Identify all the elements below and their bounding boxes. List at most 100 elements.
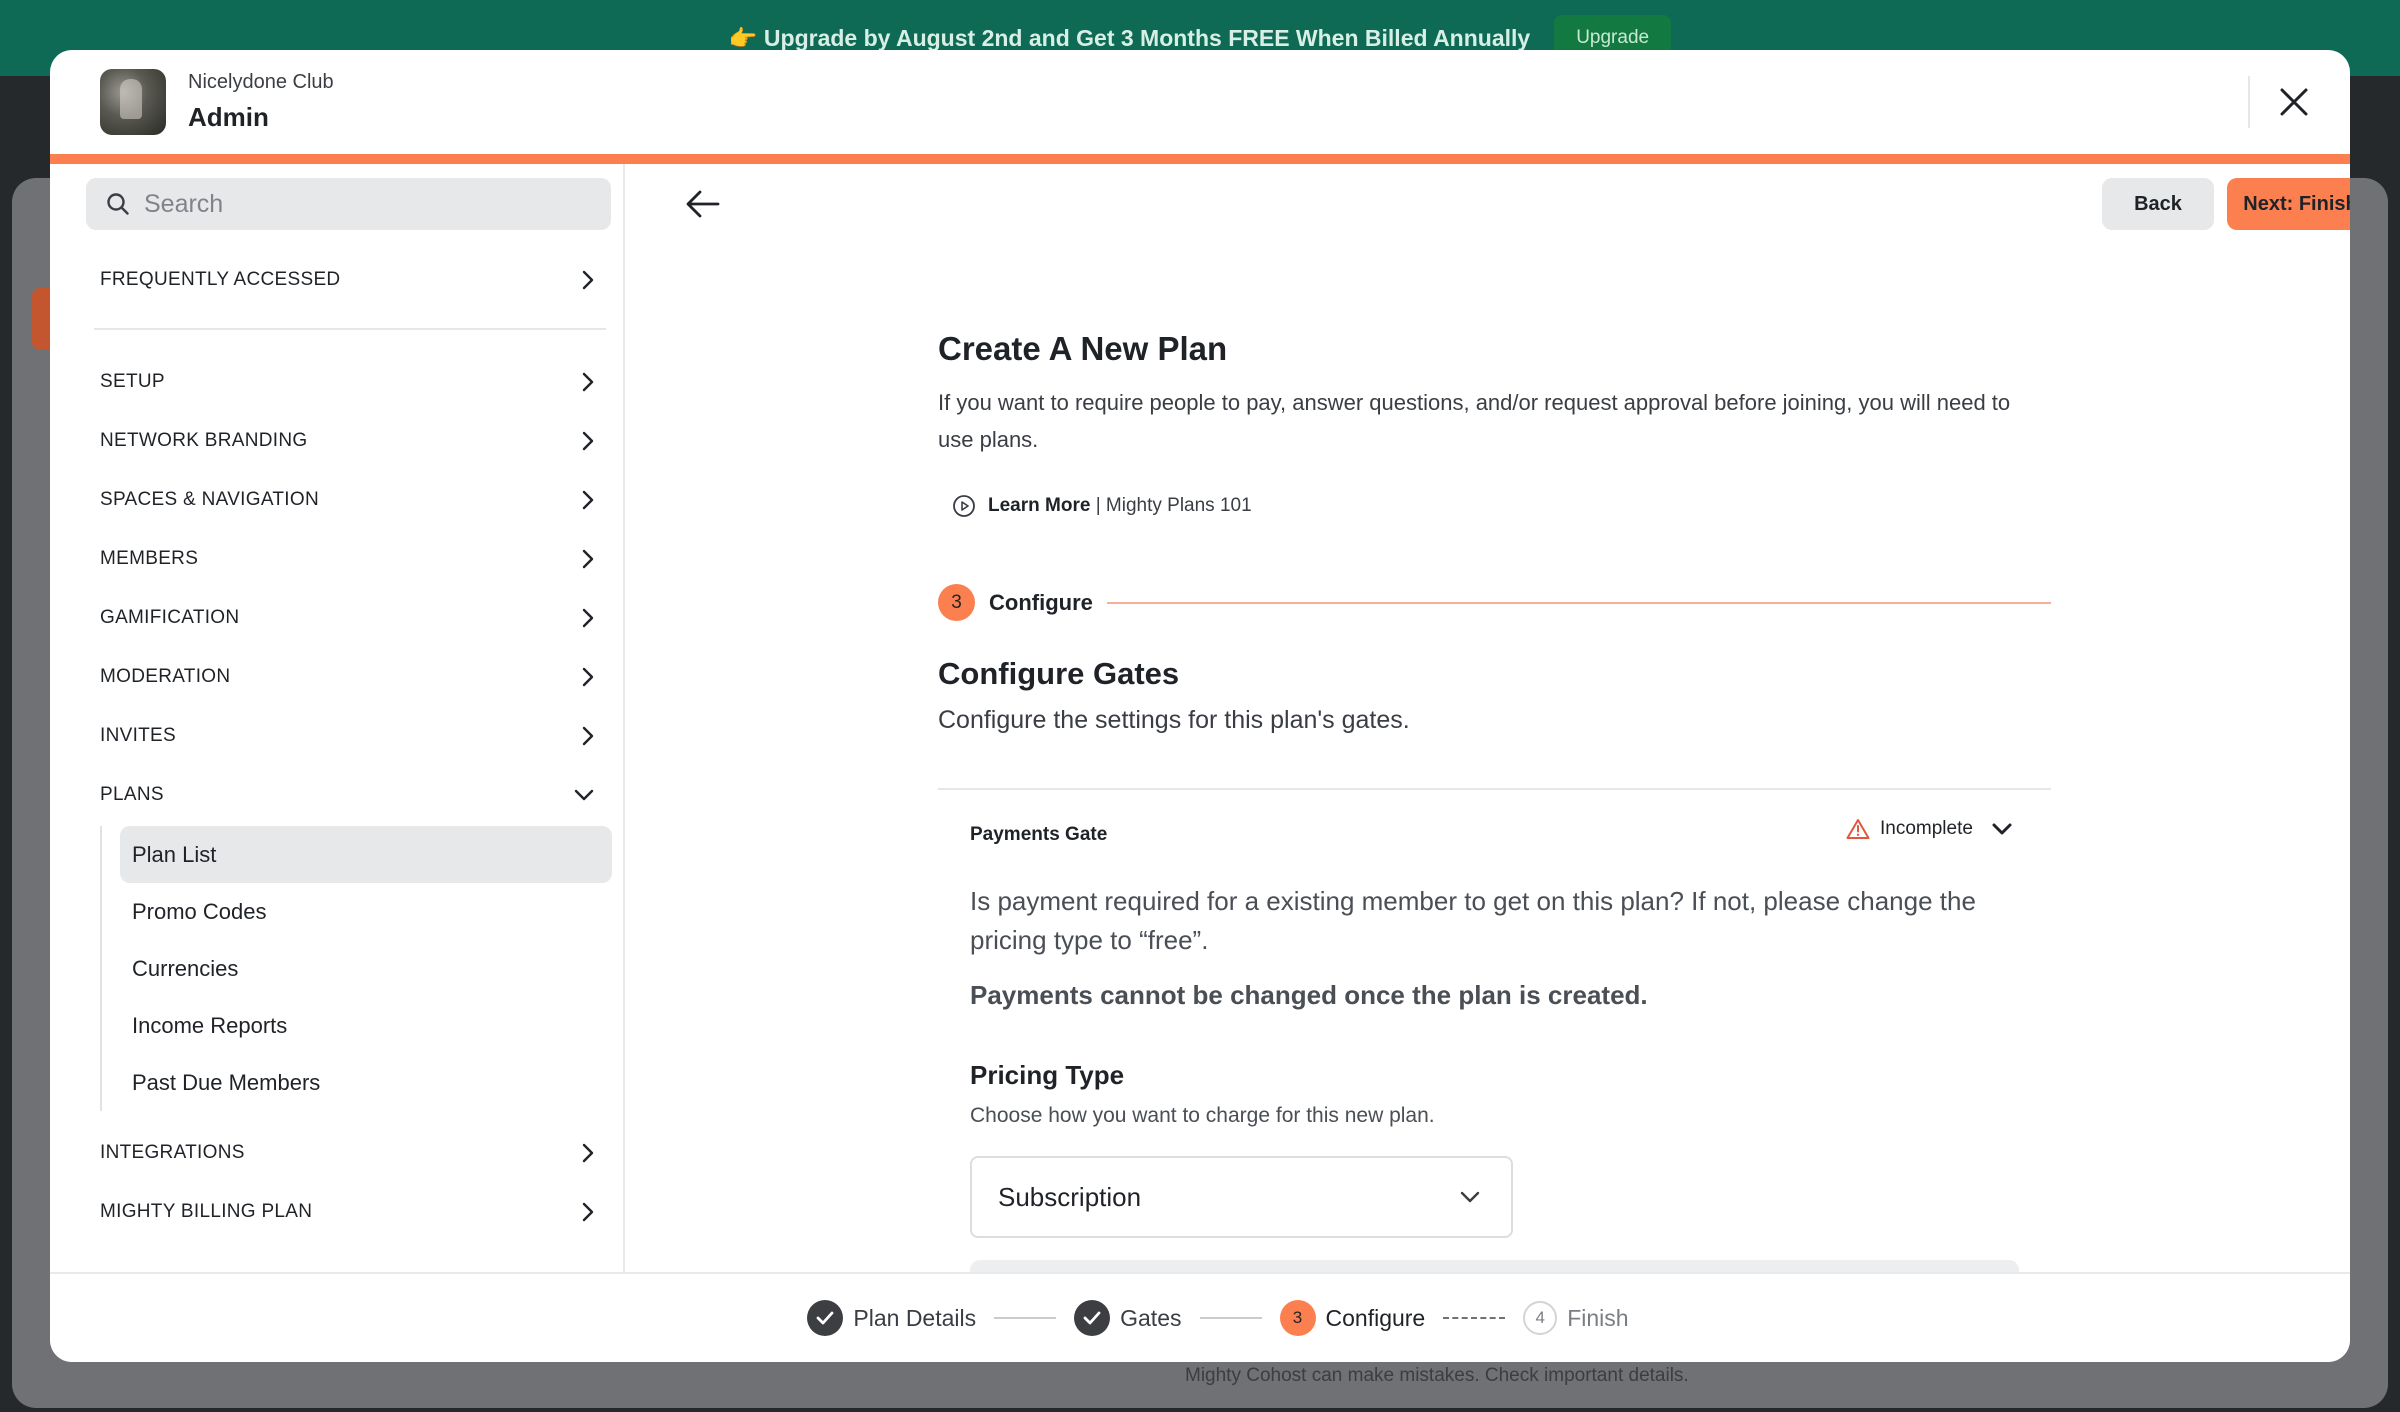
- wizard-progress: Plan Details Gates 3 Configure 4 Finish: [807, 1300, 1629, 1336]
- sidebar-item-plan-list[interactable]: Plan List: [120, 826, 612, 883]
- gate-status-toggle[interactable]: Incomplete: [1846, 818, 2013, 840]
- step-label: Configure: [989, 589, 1093, 615]
- sidebar-item-network-branding[interactable]: NETWORK BRANDING: [86, 411, 611, 470]
- back-arrow-button[interactable]: [681, 182, 725, 226]
- sidebar-item-frequently-accessed[interactable]: FREQUENTLY ACCESSED: [86, 250, 611, 309]
- modal-title: Admin: [188, 102, 269, 132]
- sidebar-item-moderation[interactable]: MODERATION: [86, 647, 611, 706]
- sidebar-item-past-due-members[interactable]: Past Due Members: [120, 1054, 612, 1111]
- wizard-step-finish: 4 Finish: [1523, 1301, 1629, 1335]
- wizard-connector: [1199, 1317, 1262, 1319]
- section-title: Configure Gates: [938, 656, 1180, 691]
- plans-submenu: Plan List Promo Codes Currencies Income …: [100, 826, 623, 1111]
- header-divider: [2248, 76, 2250, 128]
- gate-status-text: Incomplete: [1880, 818, 1973, 839]
- wizard-step-gates: Gates: [1074, 1300, 1182, 1336]
- chevron-right-icon: [582, 549, 594, 568]
- wizard-connector: [994, 1317, 1057, 1319]
- payments-gate-title: Payments Gate: [970, 824, 1108, 845]
- pricing-type-label: Pricing Type: [970, 1060, 1125, 1090]
- chevron-right-icon: [582, 726, 594, 745]
- search-icon: [107, 193, 129, 215]
- close-button[interactable]: [2272, 80, 2316, 124]
- chevron-right-icon: [582, 1202, 594, 1221]
- club-logo: [100, 69, 166, 135]
- sidebar-item-label: PLANS: [100, 783, 164, 805]
- warning-icon: [1846, 819, 1870, 839]
- admin-modal: Nicelydone Club Admin FREQUENTLY ACCESSE…: [50, 50, 2350, 1362]
- pricing-type-help: Choose how you want to charge for this n…: [970, 1104, 1435, 1127]
- sidebar-item-label: MIGHTY BILLING PLAN: [100, 1200, 313, 1222]
- play-circle-icon: [953, 495, 975, 517]
- chevron-right-icon: [582, 1143, 594, 1162]
- wizard-step-number: 4: [1523, 1301, 1558, 1335]
- close-icon: [2280, 88, 2308, 116]
- chevron-right-icon: [582, 431, 594, 450]
- sidebar-item-plans[interactable]: PLANS: [86, 765, 611, 824]
- sidebar-item-promo-codes[interactable]: Promo Codes: [120, 883, 612, 940]
- check-circle-icon: [807, 1300, 844, 1336]
- search-input[interactable]: [144, 189, 584, 219]
- wizard-footer: Plan Details Gates 3 Configure 4 Finish: [50, 1272, 2350, 1362]
- wizard-step-label: Configure: [1325, 1304, 1426, 1331]
- sidebar-item-income-reports[interactable]: Income Reports: [120, 997, 612, 1054]
- main-panel: Back Next: Finish Create A New Plan If y…: [625, 164, 2350, 1280]
- chevron-right-icon: [582, 608, 594, 627]
- sidebar-item-integrations[interactable]: INTEGRATIONS: [86, 1123, 611, 1182]
- learn-more-link[interactable]: Learn More | Mighty Plans 101: [952, 494, 1252, 518]
- wizard-connector-dashed: [1443, 1317, 1506, 1319]
- gate-question: Is payment required for a existing membe…: [970, 886, 1976, 955]
- check-circle-icon: [1074, 1300, 1111, 1336]
- back-button[interactable]: Back: [2102, 178, 2214, 230]
- sidebar-item-label: MEMBERS: [100, 547, 199, 569]
- sidebar-item-label: INVITES: [100, 724, 177, 746]
- accent-strip: [50, 154, 2350, 164]
- wizard-step-label: Finish: [1567, 1304, 1629, 1331]
- wizard-step-label: Gates: [1120, 1304, 1182, 1331]
- arrow-left-icon: [686, 190, 720, 218]
- sidebar-divider: [94, 328, 606, 330]
- page-title: Create A New Plan: [938, 330, 1228, 367]
- sidebar-item-label: NETWORK BRANDING: [100, 429, 308, 451]
- chevron-right-icon: [582, 372, 594, 391]
- sidebar-item-invites[interactable]: INVITES: [86, 706, 611, 765]
- wizard-step-plan-details: Plan Details: [807, 1300, 976, 1336]
- learn-more-rest: | Mighty Plans 101: [1095, 495, 1252, 516]
- sidebar-item-members[interactable]: MEMBERS: [86, 529, 611, 588]
- sidebar-item-gamification[interactable]: GAMIFICATION: [86, 588, 611, 647]
- gate-warning: Payments cannot be changed once the plan…: [970, 980, 1648, 1010]
- wizard-step-number: 3: [1279, 1300, 1316, 1336]
- sidebar-item-label: SETUP: [100, 370, 165, 392]
- sidebar-item-label: SPACES & NAVIGATION: [100, 488, 319, 510]
- sidebar-item-spaces-navigation[interactable]: SPACES & NAVIGATION: [86, 470, 611, 529]
- sidebar-item-mighty-billing-plan[interactable]: MIGHTY BILLING PLAN: [86, 1182, 611, 1241]
- cohost-disclaimer: Mighty Cohost can make mistakes. Check i…: [1185, 1365, 1689, 1386]
- sidebar-item-label: MODERATION: [100, 665, 231, 687]
- chevron-right-icon: [582, 270, 594, 289]
- chevron-right-icon: [582, 490, 594, 509]
- sidebar-item-currencies[interactable]: Currencies: [120, 940, 612, 997]
- sidebar-item-label: GAMIFICATION: [100, 606, 240, 628]
- page-description: If you want to require people to pay, an…: [938, 390, 2011, 452]
- chevron-down-icon: [1460, 1191, 1480, 1203]
- chevron-right-icon: [582, 667, 594, 686]
- modal-header: Nicelydone Club Admin: [50, 50, 2350, 154]
- wizard-step-label: Plan Details: [853, 1304, 977, 1331]
- promo-text: 👉 Upgrade by August 2nd and Get 3 Months…: [728, 24, 1531, 51]
- chevron-down-icon: [1992, 823, 2012, 835]
- sidebar-item-label: INTEGRATIONS: [100, 1141, 245, 1163]
- sidebar-item-label: FREQUENTLY ACCESSED: [100, 268, 341, 290]
- pricing-type-value: Subscription: [998, 1181, 1142, 1212]
- pricing-type-select[interactable]: Subscription: [970, 1156, 1513, 1238]
- search-box[interactable]: [86, 178, 611, 230]
- step-number-badge: 3: [938, 584, 975, 621]
- step-line: [1106, 601, 2051, 604]
- section-subtitle: Configure the settings for this plan's g…: [938, 706, 1410, 734]
- sidebar-item-setup[interactable]: SETUP: [86, 352, 611, 411]
- chevron-down-icon: [574, 789, 594, 800]
- wizard-step-configure: 3 Configure: [1279, 1300, 1426, 1336]
- step-header: 3 Configure: [938, 584, 2051, 621]
- admin-sidebar: FREQUENTLY ACCESSED SETUP NETWORK BRANDI…: [50, 164, 625, 1272]
- next-finish-button[interactable]: Next: Finish: [2227, 178, 2350, 230]
- learn-more-bold: Learn More: [988, 495, 1091, 516]
